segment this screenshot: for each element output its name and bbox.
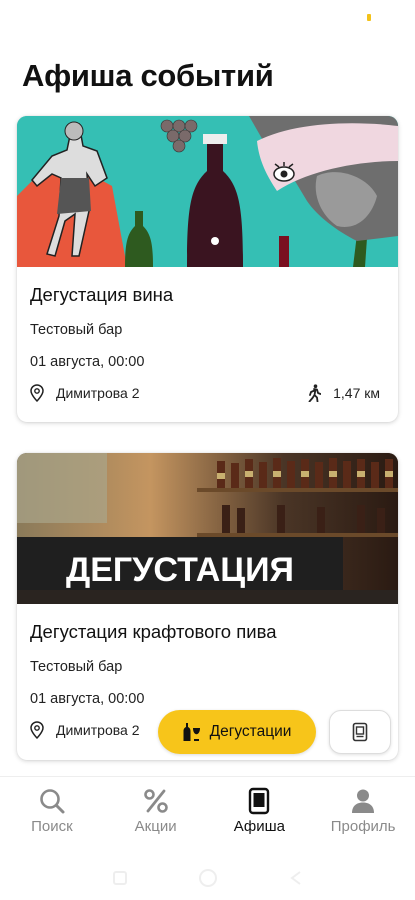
nav-item-search[interactable]: Поиск: [0, 777, 104, 842]
ticket-icon: [352, 722, 368, 742]
system-navigation-bar: [0, 856, 415, 900]
event-date: 01 августа, 00:00: [30, 354, 145, 370]
event-address-text: Димитрова 2: [56, 722, 140, 738]
status-indicator: [367, 14, 371, 21]
nav-item-profile[interactable]: Профиль: [311, 777, 415, 842]
location-pin-icon: [30, 384, 44, 402]
event-address: Димитрова 2: [30, 384, 139, 402]
page-title: Афиша событий: [22, 58, 274, 93]
event-venue: Тестовый бар: [30, 322, 123, 338]
tasting-filter-chip[interactable]: Дегустации: [158, 710, 316, 754]
event-distance: 1,47 км: [308, 384, 380, 402]
percent-icon: [143, 789, 168, 813]
nav-item-promotions[interactable]: Акции: [104, 777, 208, 842]
wine-glass-bottle-icon: [183, 723, 200, 741]
search-icon: [40, 789, 65, 814]
event-image: [17, 116, 398, 267]
bottom-navigation: Поиск Акции Афиша Профиль: [0, 776, 415, 842]
event-venue: Тестовый бар: [30, 659, 123, 675]
event-address-text: Димитрова 2: [56, 385, 140, 401]
back-icon[interactable]: [288, 870, 304, 886]
event-image: ДЕГУСТАЦИЯ: [17, 453, 398, 604]
event-distance-text: 1,47 км: [333, 385, 380, 401]
nav-item-label: Профиль: [330, 818, 396, 835]
nav-item-label: Поиск: [31, 818, 73, 835]
nav-item-label: Акции: [134, 818, 177, 835]
ticket-scan-button[interactable]: [329, 710, 391, 754]
nav-item-events[interactable]: Афиша: [208, 777, 312, 842]
tasting-filter-label: Дегустации: [209, 723, 292, 740]
recent-apps-icon[interactable]: [112, 870, 128, 886]
event-date: 01 августа, 00:00: [30, 691, 145, 707]
banner-text: ДЕГУСТАЦИЯ: [66, 551, 294, 589]
nav-item-label: Афиша: [233, 818, 286, 835]
profile-icon: [352, 789, 375, 813]
event-address: Димитрова 2: [30, 721, 139, 739]
location-pin-icon: [30, 721, 44, 739]
event-card[interactable]: Дегустация вина Тестовый бар 01 августа,…: [17, 116, 398, 422]
walking-icon: [308, 384, 322, 402]
event-title: Дегустация крафтового пива: [30, 621, 277, 642]
home-icon[interactable]: [198, 868, 218, 888]
poster-icon: [249, 787, 270, 815]
event-title: Дегустация вина: [30, 284, 174, 305]
